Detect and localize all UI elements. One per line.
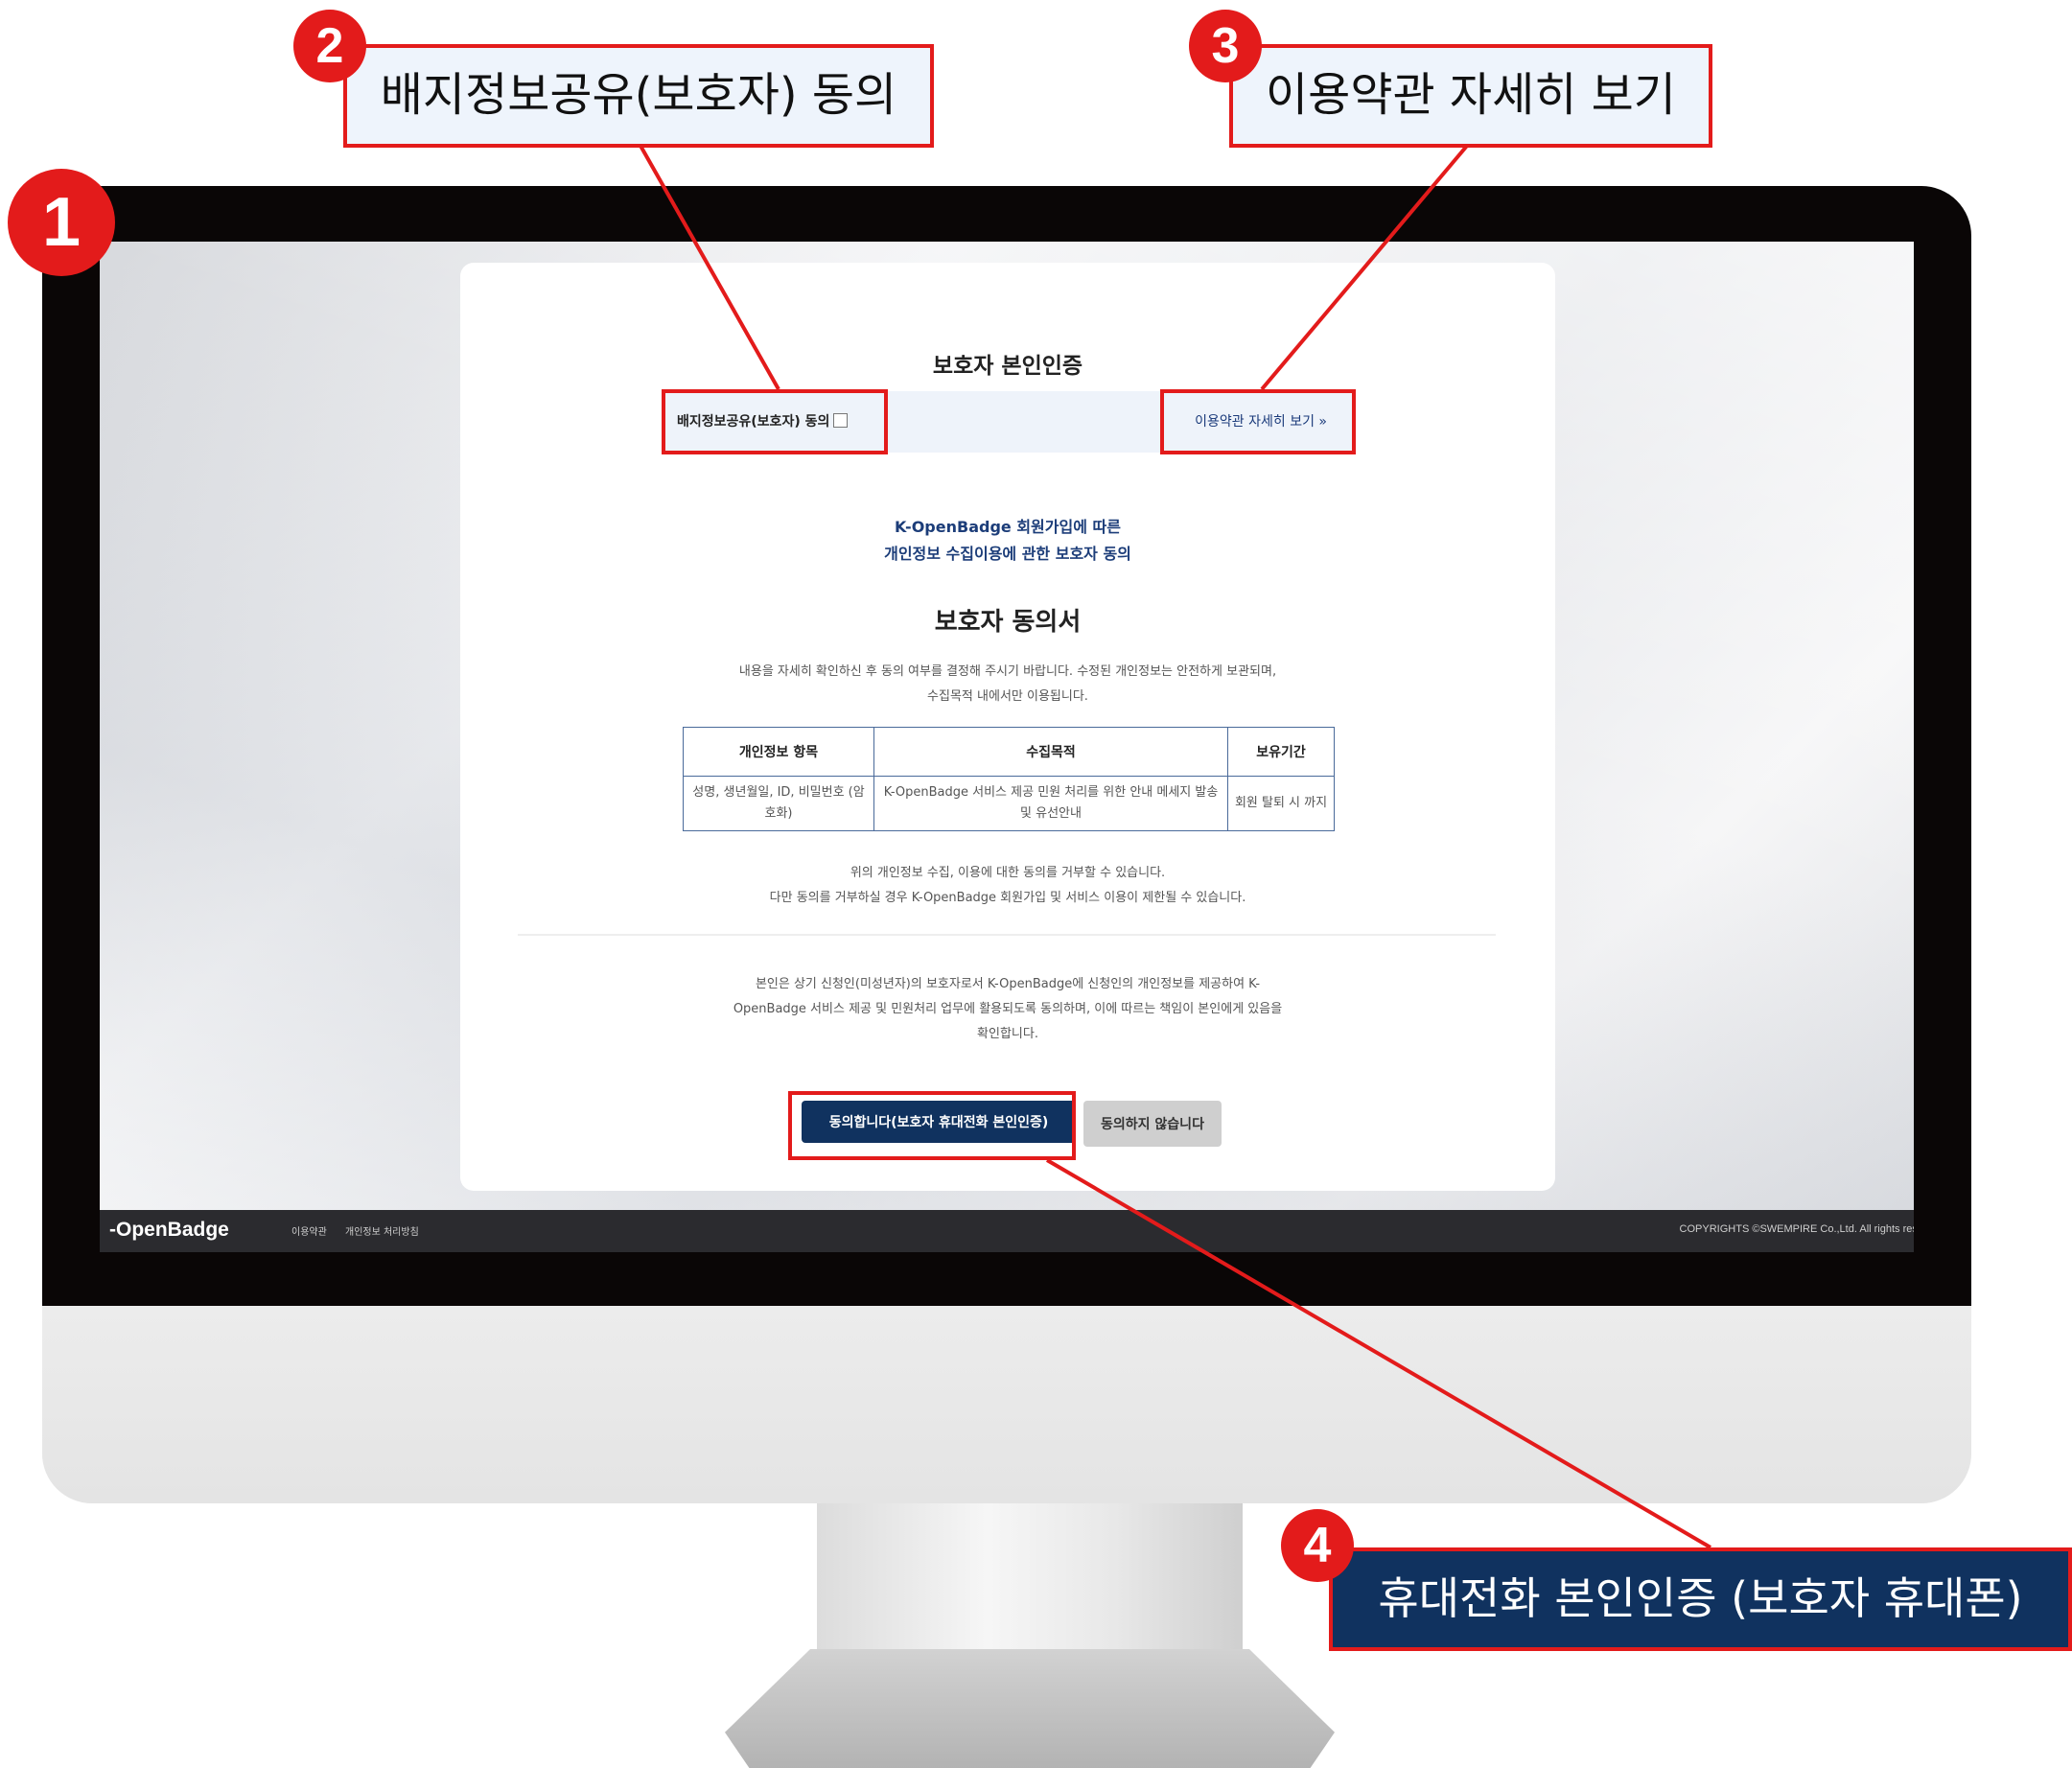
step-badge-2: 2: [293, 10, 366, 82]
callout-phone-verify: 휴대전화 본인인증 (보호자 휴대폰): [1329, 1547, 2072, 1651]
step-badge-1: 1: [8, 169, 115, 276]
step-badge-4: 4: [1281, 1509, 1354, 1582]
step-badge-3: 3: [1189, 10, 1262, 82]
annotation-connector-lines: [639, 144, 1712, 1549]
callout-badge-share-agree: 배지정보공유(보호자) 동의: [343, 44, 934, 148]
callout-terms-detail: 이용약관 자세히 보기: [1229, 44, 1712, 148]
